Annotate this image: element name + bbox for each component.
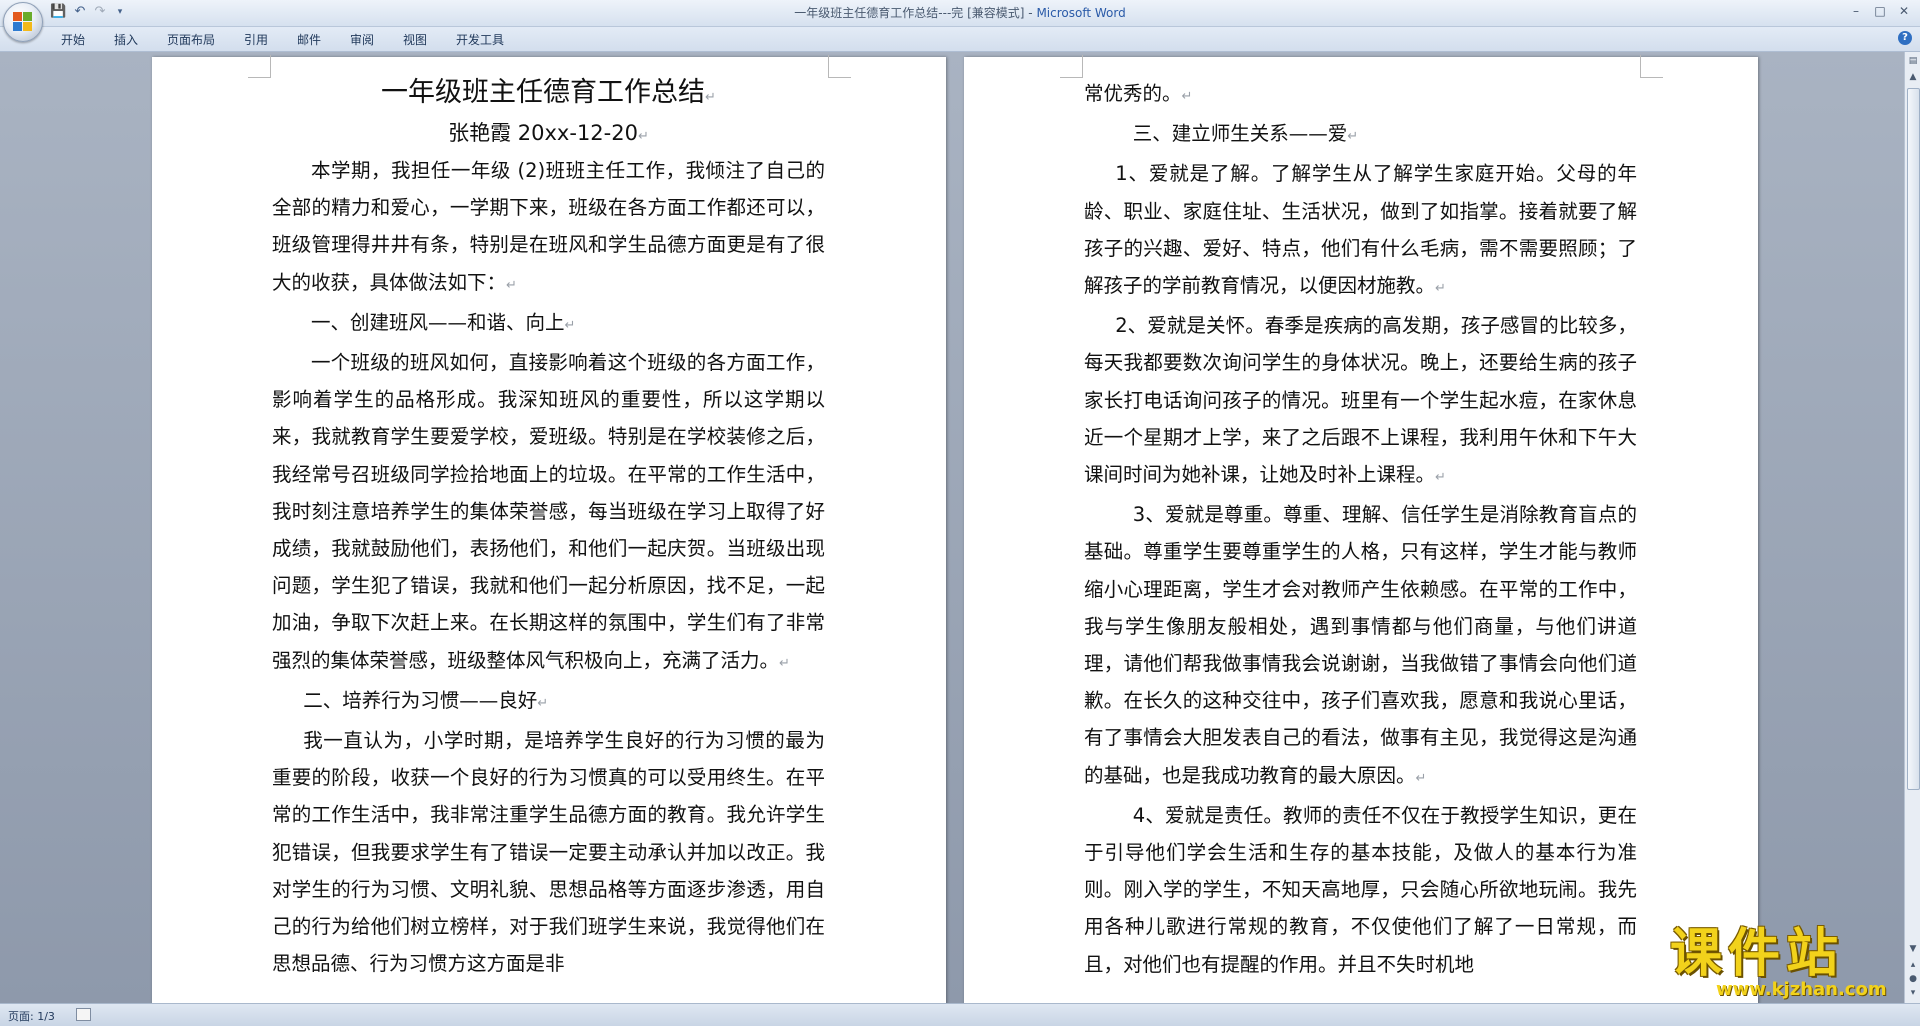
office-logo-icon — [13, 12, 33, 32]
tab-review[interactable]: 审阅 — [350, 31, 374, 48]
next-page-icon[interactable]: ▾ — [1906, 986, 1920, 1000]
maximize-button[interactable]: □ — [1870, 2, 1890, 20]
window-title: 一年级班主任德育工作总结---完 [兼容模式] - Microsoft Word — [794, 6, 1126, 20]
page-2[interactable]: 常优秀的。↵ 三、建立师生关系——爱↵ 1、爱就是了解。了解学生从了解学生家庭开… — [964, 55, 1758, 1003]
paragraph: 本学期，我担任一年级 (2)班班主任工作，我倾注了自己的全部的精力和爱心，一学期… — [272, 159, 825, 294]
app-name: Microsoft Word — [1036, 6, 1126, 20]
tab-page-layout[interactable]: 页面布局 — [167, 31, 215, 48]
tab-view[interactable]: 视图 — [403, 31, 427, 48]
previous-page-icon[interactable]: ▴ — [1906, 958, 1920, 972]
document-author: 张艳霞 20xx-12-20↵ — [448, 121, 649, 145]
crop-mark — [1640, 55, 1663, 78]
section-heading: 二、培养行为习惯——良好↵ — [303, 688, 549, 712]
document-workspace: 一年级班主任德育工作总结↵ 张艳霞 20xx-12-20↵ 本学期，我担任一年级… — [0, 52, 1904, 1003]
close-button[interactable]: ✕ — [1894, 2, 1914, 20]
scroll-up-icon[interactable]: ▲ — [1906, 70, 1920, 84]
scroll-thumb[interactable] — [1907, 88, 1920, 790]
browse-object-icon[interactable]: ● — [1906, 972, 1920, 986]
office-button[interactable] — [3, 2, 43, 42]
paragraph: 常优秀的。↵ — [1084, 82, 1193, 105]
tab-home[interactable]: 开始 — [61, 31, 85, 48]
help-icon[interactable]: ? — [1898, 31, 1912, 45]
watermark-url: www.kjzhan.com — [1716, 979, 1887, 1000]
tab-references[interactable]: 引用 — [244, 31, 268, 48]
crop-mark — [248, 55, 271, 78]
page-1[interactable]: 一年级班主任德育工作总结↵ 张艳霞 20xx-12-20↵ 本学期，我担任一年级… — [152, 55, 946, 1003]
tab-mailings[interactable]: 邮件 — [297, 31, 321, 48]
document-title: 一年级班主任德育工作总结↵ — [381, 77, 716, 108]
paragraph: 4、爱就是责任。教师的责任不仅在于教授学生知识，更在于引导他们学会生活和生存的基… — [1084, 803, 1637, 976]
crop-mark — [828, 55, 851, 78]
paragraph: 1、爱就是了解。了解学生从了解学生家庭开始。父母的年龄、职业、家庭住址、生活状况… — [1084, 162, 1637, 298]
document-name: 一年级班主任德育工作总结---完 [兼容模式] — [794, 6, 1025, 20]
scroll-down-icon[interactable]: ▼ — [1906, 942, 1920, 956]
status-bar: 页面: 1/3 — [0, 1003, 1920, 1026]
paragraph: 2、爱就是关怀。春季是疾病的高发期，孩子感冒的比较多，每天我都要数次询问学生的身… — [1084, 314, 1637, 487]
title-bar: 💾 ↶ ↷ ▾ 一年级班主任德育工作总结---完 [兼容模式] - Micros… — [0, 0, 1920, 27]
paragraph: 3、爱就是尊重。尊重、理解、信任学生是消除教育盲点的基础。尊重学生要尊重学生的人… — [1084, 503, 1637, 787]
watermark-logo: 课件站 www.kjzhan.com — [1670, 925, 1905, 1003]
proofing-icon[interactable] — [76, 1008, 91, 1021]
page-1-body: 一年级班主任德育工作总结↵ 张艳霞 20xx-12-20↵ 本学期，我担任一年级… — [272, 73, 825, 982]
paragraph: 一个班级的班风如何，直接影响着这个班级的各方面工作，影响着学生的品格形成。我深知… — [272, 351, 825, 672]
tab-developer[interactable]: 开发工具 — [456, 31, 504, 48]
paragraph: 我一直认为，小学时期，是培养学生良好的行为习惯的最为重要的阶段，收获一个良好的行… — [272, 729, 825, 976]
page-2-body: 常优秀的。↵ 三、建立师生关系——爱↵ 1、爱就是了解。了解学生从了解学生家庭开… — [1084, 75, 1637, 983]
page-indicator[interactable]: 页面: 1/3 — [8, 1008, 55, 1024]
section-heading: 三、建立师生关系——爱↵ — [1132, 122, 1359, 146]
ruler-toggle-icon[interactable]: ▤ — [1906, 54, 1920, 68]
crop-mark — [1060, 55, 1083, 78]
ribbon-tabs: 开始 插入 页面布局 引用 邮件 审阅 视图 开发工具 ? — [0, 27, 1920, 52]
watermark-text: 课件站 — [1670, 924, 1845, 984]
minimize-button[interactable]: – — [1846, 2, 1866, 20]
vertical-scrollbar[interactable]: ▤ ▲ ▼ ▴ ● ▾ — [1904, 52, 1920, 1003]
tab-insert[interactable]: 插入 — [114, 31, 138, 48]
section-heading: 一、创建班风——和谐、向上↵ — [311, 310, 576, 334]
